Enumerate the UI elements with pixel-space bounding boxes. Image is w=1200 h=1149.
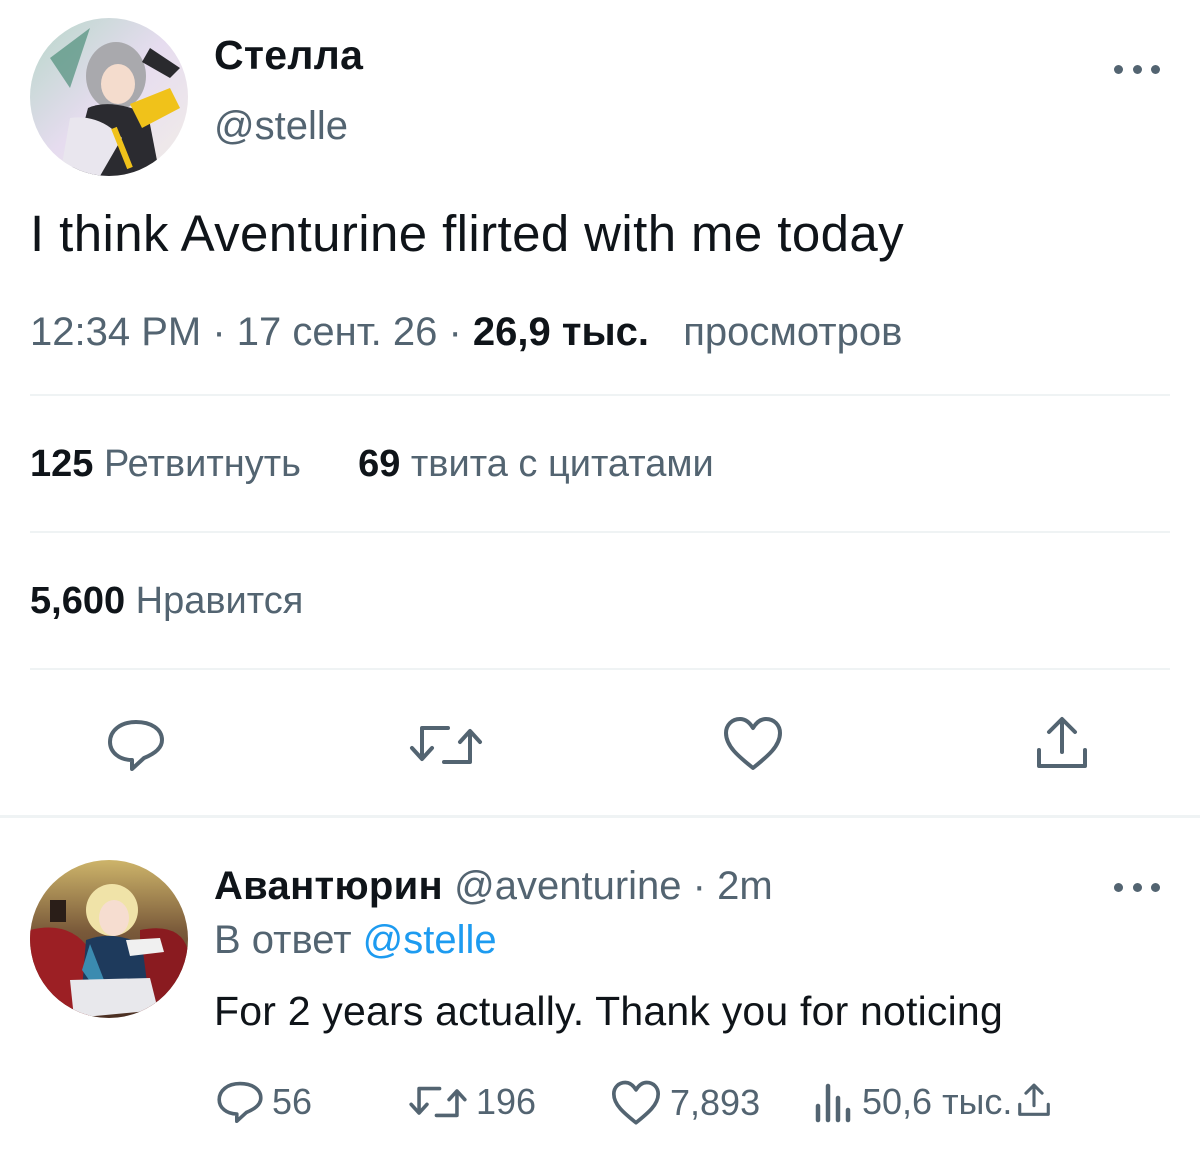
divider <box>30 394 1170 396</box>
author-avatar[interactable] <box>30 18 188 176</box>
retweets-stat[interactable]: 125 Ретвитнуть <box>30 443 312 485</box>
likes-count: 5,600 <box>30 580 126 622</box>
views-count: 26,9 тыс. <box>472 310 649 354</box>
like-count: 7,893 <box>670 1082 761 1123</box>
reply-icon <box>217 1081 263 1123</box>
reply-author-avatar[interactable] <box>30 860 188 1018</box>
views-icon <box>815 1083 851 1123</box>
tweet-meta: 12:34 PM · 17 сент. 26 · 26,9 тыс. просм… <box>30 310 902 355</box>
like-button[interactable]: 7,893 <box>610 1080 760 1126</box>
views-button[interactable]: 50,6 тыс. <box>812 1080 1012 1124</box>
reply-header: Авантюрин @aventurine · 2m <box>214 864 773 909</box>
share-button[interactable] <box>1016 1080 1060 1120</box>
share-icon[interactable] <box>1033 714 1091 772</box>
likes-stat[interactable]: 5,600 Нравится <box>30 580 303 623</box>
retweet-count: 196 <box>476 1081 537 1122</box>
reply-time: 2m <box>717 864 773 908</box>
more-icon[interactable] <box>1114 62 1160 76</box>
author-name[interactable]: Стелла <box>214 32 363 79</box>
divider <box>30 668 1170 670</box>
reply-button[interactable]: 56 <box>216 1080 312 1124</box>
share-icon <box>1018 1083 1050 1116</box>
more-icon[interactable] <box>1114 880 1160 894</box>
heart-icon <box>611 1080 661 1125</box>
quotes-stat[interactable]: 69 твита с цитатами <box>358 443 714 485</box>
likes-label: Нравится <box>135 580 304 622</box>
retweets-count: 125 <box>30 443 94 485</box>
tweet-text: I think Aventurine flirted with me today <box>30 205 905 262</box>
retweet-icon <box>409 1086 467 1118</box>
retweet-button[interactable]: 196 <box>408 1080 536 1124</box>
retweet-icon[interactable] <box>408 718 484 772</box>
heart-icon[interactable] <box>722 716 784 772</box>
quotes-label: твита с цитатами <box>410 443 714 485</box>
engagement-stats: 125 Ретвитнуть 69 твита с цитатами <box>30 443 714 486</box>
divider <box>30 531 1170 533</box>
views-count: 50,6 тыс. <box>862 1081 1013 1122</box>
retweets-label: Ретвитнуть <box>103 443 301 485</box>
meta-separator: · <box>448 310 462 354</box>
reply-icon[interactable] <box>106 718 166 772</box>
reply-author-handle[interactable]: @aventurine <box>454 864 681 908</box>
replying-to: В ответ @stelle <box>214 918 497 963</box>
reply-text: For 2 years actually. Thank you for noti… <box>214 988 1003 1034</box>
reply-count: 56 <box>272 1081 313 1122</box>
views-label: просмотров <box>683 310 903 354</box>
tweet-time: 12:34 PM <box>30 310 202 354</box>
replying-to-label: В ответ <box>214 918 352 962</box>
meta-separator: · <box>212 310 226 354</box>
replying-to-mention[interactable]: @stelle <box>363 918 497 962</box>
meta-separator: · <box>692 864 706 908</box>
section-separator <box>0 815 1200 818</box>
quotes-count: 69 <box>358 443 401 485</box>
author-handle[interactable]: @stelle <box>214 104 348 149</box>
tweet-date: 17 сент. 26 <box>236 310 438 354</box>
reply-author-name[interactable]: Авантюрин <box>214 864 443 908</box>
